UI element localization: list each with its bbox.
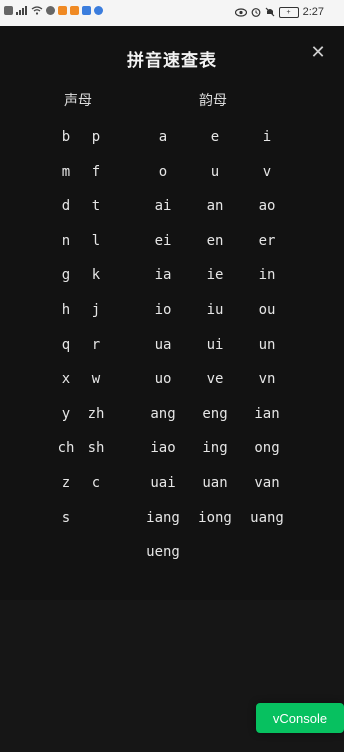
final-cell: u: [210, 163, 220, 180]
final-cell: ui: [206, 336, 224, 353]
initial-cell: w: [91, 371, 101, 388]
final-cell: v: [262, 163, 272, 180]
initial-cell: t: [91, 198, 101, 215]
final-cell: vn: [258, 371, 276, 388]
mute-icon: [265, 7, 275, 17]
final-cell: ueng: [146, 544, 180, 561]
final-cell: iang: [146, 509, 180, 526]
sim-icon: [4, 6, 13, 15]
initial-cell: zh: [87, 405, 105, 422]
final-cell: e: [210, 129, 220, 145]
final-cell: ei: [154, 232, 172, 249]
final-cell: ang: [150, 405, 176, 422]
initial-cell: j: [91, 302, 101, 318]
final-cell: ao: [258, 198, 276, 215]
app-notification-icon-3: [70, 6, 79, 15]
final-cell: uo: [154, 371, 172, 388]
final-cell: uan: [202, 475, 228, 491]
final-cell: an: [206, 198, 224, 215]
finals-header: 韵母: [199, 93, 227, 109]
final-cell: ai: [154, 198, 172, 215]
final-cell: uai: [150, 475, 176, 491]
final-cell: van: [254, 475, 280, 491]
final-cell: o: [158, 163, 168, 180]
status-bar: + 2:27: [0, 0, 344, 26]
status-icons-left: [4, 6, 103, 15]
wifi-icon: [31, 6, 43, 15]
final-cell: ua: [154, 336, 172, 353]
status-time: 2:27: [302, 6, 324, 18]
final-cell: er: [258, 232, 276, 249]
page-title: 拼音速查表: [127, 51, 217, 71]
final-cell: ian: [254, 405, 280, 422]
final-cell: a: [158, 129, 168, 145]
initial-cell: l: [91, 232, 101, 249]
initial-cell: s: [61, 509, 71, 526]
initial-cell: c: [91, 475, 101, 491]
final-cell: iao: [150, 440, 176, 457]
app-notification-icon-5: [94, 6, 103, 15]
final-cell: ong: [254, 440, 280, 457]
final-cell: iong: [198, 509, 232, 526]
final-cell: ing: [202, 440, 228, 457]
app-notification-icon-2: [58, 6, 67, 15]
final-cell: uang: [250, 509, 284, 526]
initial-cell: p: [91, 129, 101, 145]
initials-header: 声母: [64, 93, 92, 109]
final-cell: ie: [206, 267, 224, 284]
app-notification-icon-4: [82, 6, 91, 15]
vconsole-button[interactable]: vConsole: [256, 703, 344, 733]
final-cell: ve: [206, 371, 224, 388]
final-cell: en: [206, 232, 224, 249]
initial-cell: r: [91, 336, 101, 353]
final-cell: un: [258, 336, 276, 353]
battery-icon: +: [278, 6, 299, 18]
initial-cell: f: [91, 163, 101, 180]
signal-icon: [16, 6, 27, 15]
close-button[interactable]: ✕: [306, 40, 330, 64]
status-icons-right: + 2:27: [234, 6, 324, 18]
eye-icon: [234, 7, 247, 17]
final-cell: i: [262, 129, 272, 145]
app-notification-icon: [46, 6, 55, 15]
final-cell: ia: [154, 267, 172, 284]
final-cell: in: [258, 267, 276, 284]
final-cell: iu: [206, 302, 224, 318]
alarm-icon: [251, 8, 260, 17]
final-cell: eng: [202, 405, 228, 422]
close-icon[interactable]: ✕: [310, 42, 325, 63]
final-cell: io: [154, 302, 172, 318]
initial-cell: k: [91, 267, 101, 284]
final-cell: ou: [258, 302, 276, 318]
initial-cell: sh: [87, 440, 105, 457]
